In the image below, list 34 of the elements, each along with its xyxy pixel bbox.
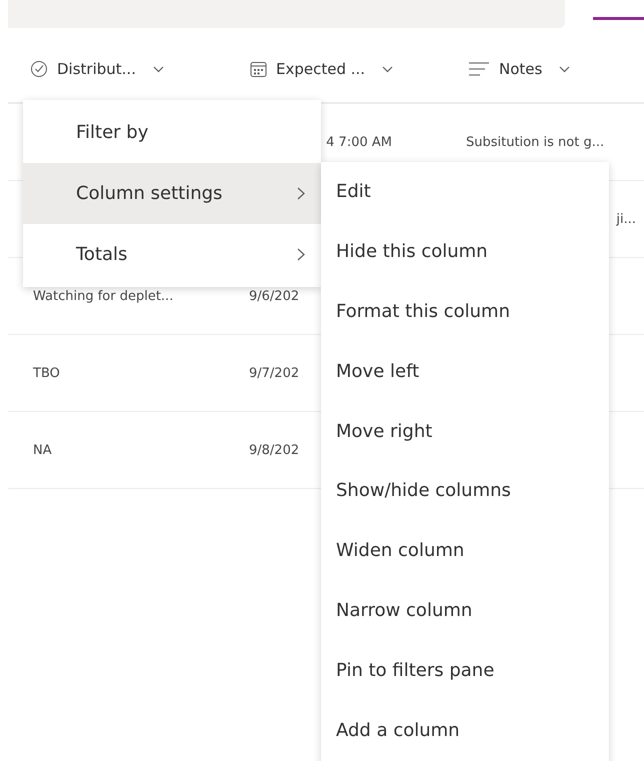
text-lines-icon <box>468 62 490 76</box>
chevron-down-icon <box>382 66 394 72</box>
column-header[interactable]: Expected ... <box>250 60 468 78</box>
table-cell: ji... <box>616 212 636 226</box>
table-cell: Watching for deplet... <box>33 288 174 304</box>
menu-item[interactable]: Narrow column <box>321 580 609 640</box>
menu-item[interactable]: Show/hide columns <box>321 460 609 521</box>
table-cell: 9/6/202 <box>249 288 300 304</box>
menu-item[interactable]: Format this column <box>321 282 609 342</box>
column-header[interactable]: Notes <box>468 60 618 78</box>
menu-item[interactable]: Move right <box>321 401 609 461</box>
menu-item[interactable]: Filter by <box>23 102 321 163</box>
menu-item[interactable]: Totals <box>23 224 321 285</box>
table-cell: Subsitution is not g... <box>466 134 604 150</box>
menu-item[interactable]: Column settings <box>23 163 321 224</box>
menu-item[interactable]: Hide this column <box>321 222 609 282</box>
table-cell-text: 4 7:00 AM <box>326 134 393 150</box>
check-circle-icon <box>30 60 48 78</box>
chevron-down-icon <box>559 66 570 72</box>
accent-line <box>593 17 644 20</box>
chevron-right-icon <box>297 187 305 200</box>
table-cell: 9/7/202 <box>249 366 300 380</box>
column-header[interactable]: Distribut... <box>30 60 250 78</box>
menu-item[interactable]: Widen column <box>321 520 609 581</box>
chevron-down-icon <box>152 66 164 72</box>
table-cell: TBO <box>33 366 60 380</box>
chevron-right-icon <box>297 248 305 261</box>
menu-item[interactable]: Add a column <box>321 700 609 760</box>
menu-item[interactable]: Edit <box>321 162 609 222</box>
menu-item[interactable]: Pin to filters pane <box>321 640 609 700</box>
calendar-icon <box>250 60 267 78</box>
table-cell: NA <box>33 442 52 458</box>
menu-item[interactable]: Move left <box>321 341 609 402</box>
table-cell: 9/8/202 <box>249 442 300 458</box>
